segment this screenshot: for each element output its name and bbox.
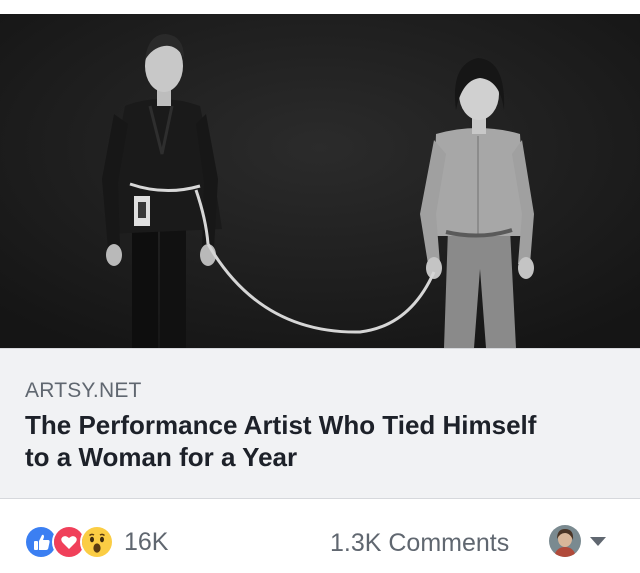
link-title[interactable]: The Performance Artist Who Tied Himself …	[25, 409, 615, 473]
reaction-as-selector[interactable]	[549, 525, 606, 557]
link-title-line-1: The Performance Artist Who Tied Himself	[25, 410, 537, 440]
user-avatar	[549, 525, 581, 557]
link-domain: ARTSY.NET	[25, 379, 142, 402]
link-title-line-2: to a Woman for a Year	[25, 442, 298, 472]
post-footer: 16K 1.3K Comments	[0, 499, 640, 573]
comments-count-link[interactable]: 1.3K Comments	[330, 529, 509, 558]
reactions-summary[interactable]: 16K	[24, 525, 168, 559]
article-photo-image	[0, 14, 640, 348]
link-caption: ARTSY.NET The Performance Artist Who Tie…	[0, 348, 640, 499]
post-link-preview: ARTSY.NET The Performance Artist Who Tie…	[0, 0, 640, 573]
reaction-count: 16K	[124, 527, 169, 556]
article-photo	[0, 14, 640, 348]
chevron-down-icon	[590, 536, 606, 546]
wow-icon	[80, 525, 114, 559]
shared-link-card[interactable]: ARTSY.NET The Performance Artist Who Tie…	[0, 0, 640, 499]
